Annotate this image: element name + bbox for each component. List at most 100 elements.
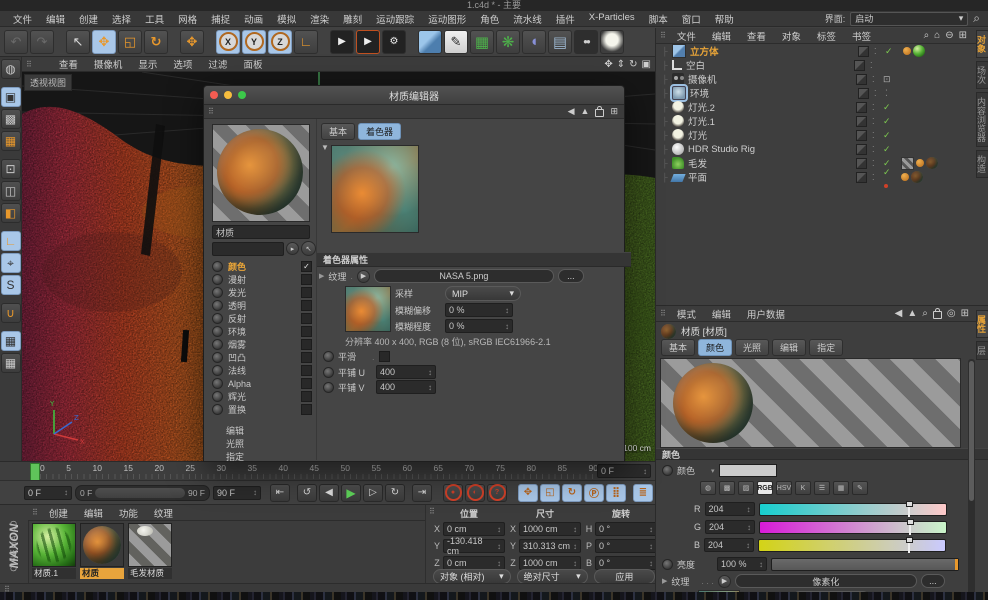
enable-state-icon[interactable]: ✓ (883, 130, 895, 141)
slider-knob[interactable] (906, 500, 914, 507)
menu-功能[interactable]: 功能 (111, 506, 146, 520)
material-tag-icon[interactable] (903, 47, 911, 55)
render-settings-icon[interactable]: ⚙ (382, 29, 406, 54)
channel-checkbox[interactable] (301, 378, 312, 389)
visibility-dots-icon[interactable]: ⁚ (872, 159, 880, 168)
undo-icon[interactable]: ↶ (4, 29, 28, 54)
enable-state-icon[interactable]: ✓ (883, 116, 895, 127)
layer-chip-icon[interactable] (858, 87, 869, 99)
radio-icon[interactable] (323, 381, 334, 393)
enable-state-icon[interactable]: ✓ (883, 144, 895, 155)
workplane-align-icon[interactable]: ▦ (0, 353, 21, 373)
channel-漫射[interactable]: 漫射 (212, 273, 312, 286)
channel-Alpha[interactable]: Alpha (212, 377, 312, 390)
menu-捕捉[interactable]: 捕捉 (204, 12, 237, 26)
visibility-dots-icon[interactable]: ⁚ (872, 75, 880, 84)
menu-查看[interactable]: 查看 (739, 29, 774, 43)
record-keyframe-button[interactable]: ● (443, 483, 463, 502)
scene-camera-icon[interactable]: ●● (574, 29, 598, 54)
menu-模拟[interactable]: 模拟 (270, 12, 303, 26)
channel-烟雾[interactable]: 烟雾 (212, 338, 312, 351)
object-row-立方体[interactable]: ├ 立方体 ⁚ ✓ (656, 44, 974, 58)
deformer-icon[interactable]: ◖ (522, 29, 546, 54)
brightness-field[interactable]: 100 % ↕ (717, 557, 767, 571)
lock-y-axis-icon[interactable]: Y (242, 29, 266, 54)
tab-编辑[interactable]: 编辑 (772, 339, 807, 356)
eyedropper-icon[interactable]: ✎ (852, 481, 868, 495)
menu-书签[interactable]: 书签 (844, 29, 879, 43)
color-wheel-icon[interactable]: ◍ (700, 481, 716, 495)
layer-chip-icon[interactable] (856, 157, 867, 169)
make-editable-icon[interactable]: ◍ (0, 59, 21, 79)
frame-end-field[interactable]: 90 F ↕ (213, 485, 261, 500)
texture-arrow-button[interactable]: ▶ (356, 269, 370, 283)
redo-icon[interactable]: ↷ (30, 29, 54, 54)
side-tab-构造[interactable]: 构造 (976, 150, 988, 178)
browse-button[interactable]: ... (920, 574, 945, 588)
channel-checkbox[interactable] (301, 287, 312, 298)
menu-过滤[interactable]: 过滤 (200, 57, 235, 71)
last-tool-icon[interactable]: ✥ (180, 29, 204, 54)
visibility-dots-icon[interactable]: ⁚ (872, 145, 880, 154)
rotate-view-icon[interactable]: ↻ (629, 59, 637, 70)
expand-icon[interactable]: ⊞ (610, 106, 618, 117)
channel-发光[interactable]: 发光 (212, 286, 312, 299)
rotate-icon[interactable]: ↻ (144, 29, 168, 54)
tab-指定[interactable]: 指定 (809, 339, 844, 356)
layer-chip-icon[interactable] (854, 59, 865, 71)
channel-checkbox[interactable] (301, 391, 312, 402)
panel-grip[interactable]: ⠿ (28, 508, 41, 517)
radio-icon[interactable] (662, 465, 673, 476)
live-selection-icon[interactable]: ↖ (66, 29, 90, 54)
image-icon[interactable]: ▨ (738, 481, 754, 495)
material-item-材质.1[interactable]: 材质.1 (32, 523, 76, 579)
channel-checkbox[interactable] (301, 404, 312, 415)
workplane-lock-icon[interactable]: ▦ (0, 331, 21, 351)
material-item-材质[interactable]: 材质 (80, 523, 124, 579)
channel-link-编辑[interactable]: 编辑 (212, 424, 312, 437)
visibility-dots-icon[interactable]: ⁚ (874, 47, 882, 56)
menu-文件[interactable]: 文件 (6, 12, 39, 26)
key-scale-button[interactable]: ◱ (540, 483, 560, 502)
pan-view-icon[interactable]: ✥ (604, 59, 612, 70)
gradient-icon[interactable]: ▩ (719, 481, 735, 495)
tweak-mode-icon[interactable]: ⌖ (0, 253, 21, 273)
tab-基本[interactable]: 基本 (321, 123, 356, 140)
menu-工具[interactable]: 工具 (138, 12, 171, 26)
tab-基本[interactable]: 基本 (661, 339, 696, 356)
menu-显示[interactable]: 显示 (130, 57, 165, 71)
up-arrow-icon[interactable]: ▲ (581, 106, 590, 117)
search-icon[interactable]: ⌕ (924, 30, 930, 41)
menu-动画[interactable]: 动画 (237, 12, 270, 26)
model-mode-icon[interactable]: ▣ (0, 87, 21, 107)
search-icon[interactable]: ⌕ (973, 11, 980, 26)
kelvin-mode-icon[interactable]: K (795, 481, 811, 495)
tab-着色器[interactable]: 着色器 (358, 123, 402, 140)
edges-mode-icon[interactable]: ◫ (0, 181, 21, 201)
key-parameter-button[interactable]: Ⓟ (584, 483, 604, 502)
scale-icon[interactable]: ◱ (118, 29, 142, 54)
coord-value-field[interactable]: 0 ° ↕ (595, 522, 657, 536)
layer-chip-icon[interactable] (856, 73, 867, 85)
coordinate-system-icon[interactable]: ∟ (294, 29, 318, 54)
tab-光照[interactable]: 光照 (735, 339, 770, 356)
object-row-灯光.2[interactable]: ├ 灯光.2 ⁚ ✓ (656, 100, 974, 114)
side-tab-对象[interactable]: 对象 (976, 30, 988, 58)
next-frame-button[interactable]: ▷ (363, 483, 383, 502)
menu-帮助[interactable]: 帮助 (708, 12, 741, 26)
coord-value-field[interactable]: 310.313 cm ↕ (519, 539, 581, 553)
channel-凹凸[interactable]: 凹凸 (212, 351, 312, 364)
channel-颜色[interactable]: 颜色 ✓ (212, 260, 312, 273)
texture-thumbnail[interactable] (345, 286, 391, 332)
up-arrow-icon[interactable]: ▲ (907, 308, 917, 319)
material-thumbnail[interactable] (128, 523, 172, 567)
menu-查看[interactable]: 查看 (51, 57, 86, 71)
workplane-mode-icon[interactable]: ▦ (0, 131, 21, 151)
preview-type-field[interactable] (212, 241, 284, 256)
preview-cursor-icon[interactable]: ↖ (301, 241, 316, 256)
layer-chip-icon[interactable] (856, 171, 867, 183)
menu-网格[interactable]: 网格 (171, 12, 204, 26)
channel-法线[interactable]: 法线 (212, 364, 312, 377)
radio-icon[interactable] (662, 558, 673, 570)
material-editor-window[interactable]: 材质编辑器 ⠿ ◀ ▲ ⊞ ▸ ↖ 颜色 ✓ 漫射发光透明反射环境烟雾凹凸法线 Alpha… (203, 85, 631, 462)
